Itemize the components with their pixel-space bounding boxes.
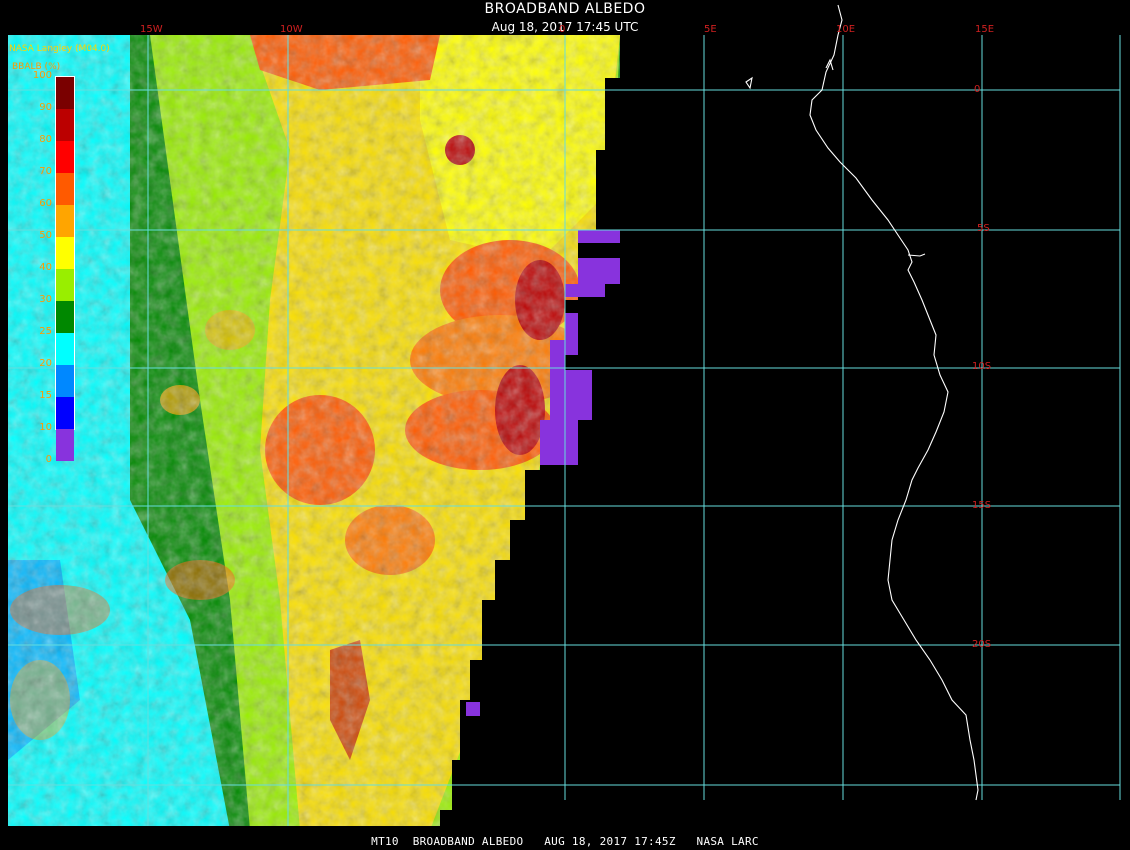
- lat-label-15s: 15S: [972, 500, 992, 511]
- lon-label-15e: 15E: [975, 24, 995, 35]
- legend-label-100: 100: [32, 70, 52, 81]
- legend-label-20: 20: [39, 358, 52, 369]
- provider-label: NASA Langley (M04.0): [9, 44, 110, 54]
- legend-swatch-25: [56, 333, 74, 365]
- legend-label-90: 90: [39, 102, 52, 113]
- legend-label-40: 40: [39, 262, 52, 273]
- lon-label-0: 0: [559, 24, 566, 35]
- footer-caption: MT10 BROADBAND ALBEDO AUG 18, 2017 17:45…: [371, 835, 759, 848]
- legend-swatch-60: [56, 205, 74, 237]
- legend-swatch-80: [56, 141, 74, 173]
- legend-label-0: 0: [45, 454, 52, 465]
- legend-label-10: 10: [39, 422, 52, 433]
- legend-label-50: 50: [39, 230, 52, 241]
- legend-label-70: 70: [39, 166, 52, 177]
- legend-swatch-100: [56, 77, 74, 109]
- lon-label-10e: 10E: [836, 24, 856, 35]
- lat-label-10s: 10S: [972, 361, 992, 372]
- legend-swatch-20: [56, 365, 74, 397]
- legend-label-60: 60: [39, 198, 52, 209]
- color-legend: [55, 76, 75, 461]
- legend-swatch-40: [56, 269, 74, 301]
- legend-swatch-90: [56, 109, 74, 141]
- legend-swatch-30: [56, 301, 74, 333]
- legend-label-25: 25: [39, 326, 52, 337]
- lat-label-5s: 5S: [977, 223, 990, 234]
- legend-label-30: 30: [39, 294, 52, 305]
- legend-swatch-10: [56, 429, 74, 461]
- lon-label-10w: 10W: [280, 24, 303, 35]
- legend-swatch-15: [56, 397, 74, 429]
- albedo-map: [8, 4, 1121, 826]
- legend-swatch-70: [56, 173, 74, 205]
- lon-label-5e: 5E: [704, 24, 717, 35]
- lat-label-0: 0: [974, 84, 981, 95]
- legend-swatch-50: [56, 237, 74, 269]
- lon-label-15w: 15W: [140, 24, 163, 35]
- product-title: BROADBAND ALBEDO: [484, 1, 646, 17]
- legend-label-15: 15: [39, 390, 52, 401]
- legend-label-80: 80: [39, 134, 52, 145]
- coastline: [745, 4, 979, 801]
- lat-label-20s: 20S: [972, 639, 992, 650]
